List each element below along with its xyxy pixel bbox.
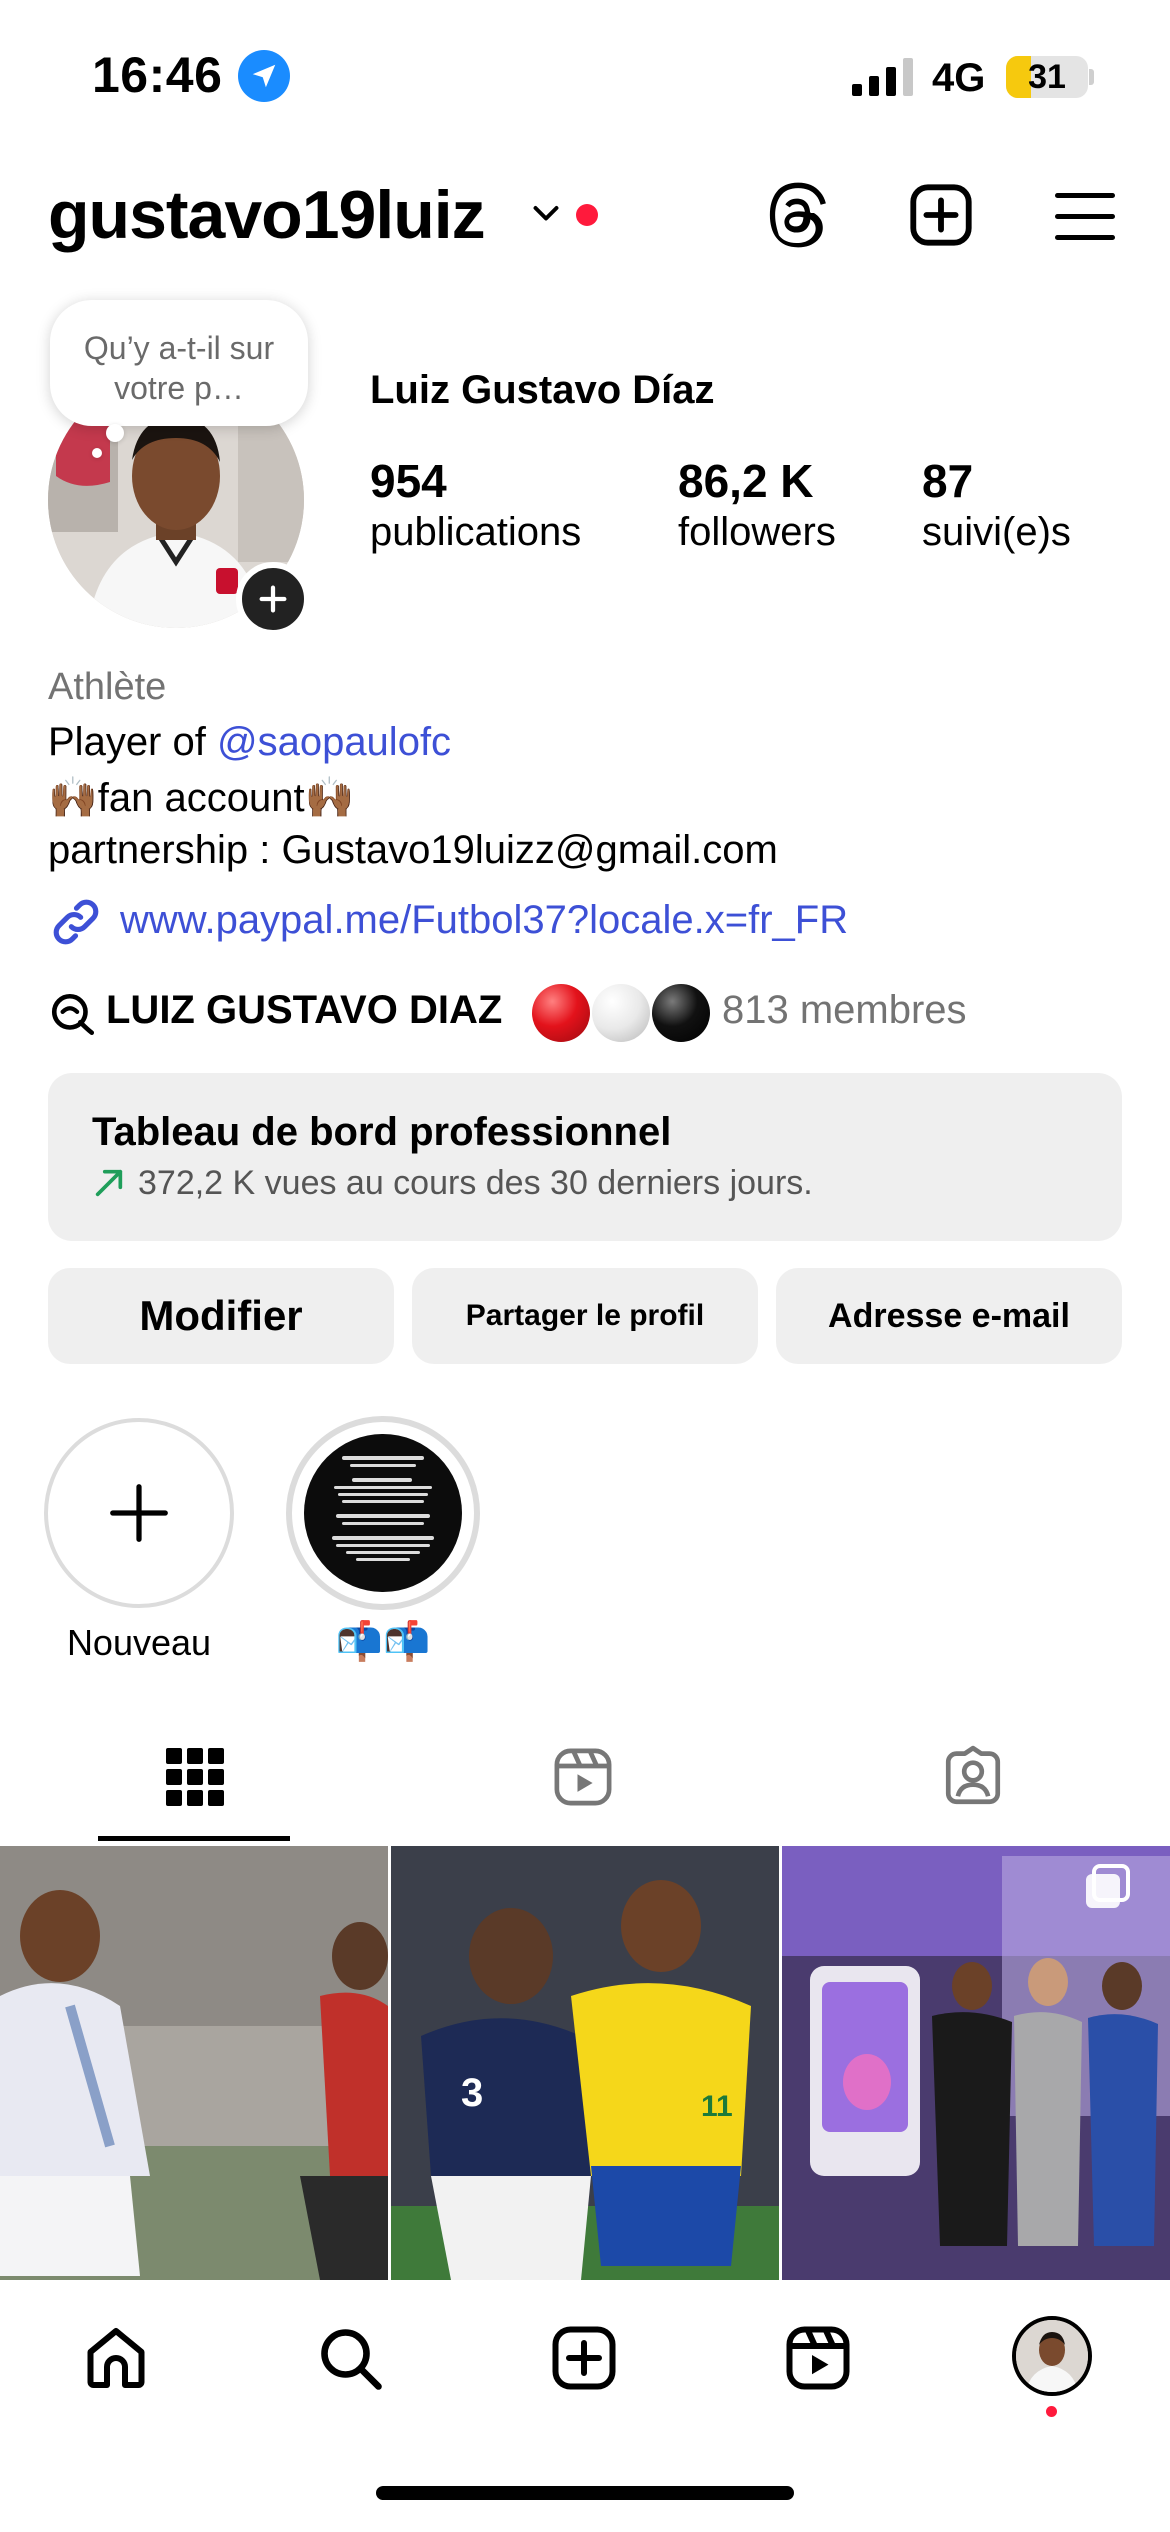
post-thumbnail[interactable]: 3 11 — [391, 1846, 779, 2280]
posts-count[interactable]: 954 — [370, 454, 447, 508]
display-name: Luiz Gustavo Díaz — [370, 368, 715, 412]
notification-dot — [576, 204, 598, 226]
post-thumbnail[interactable] — [782, 1846, 1170, 2280]
share-profile-button[interactable]: Partager le profil — [412, 1268, 758, 1364]
threads-icon[interactable] — [762, 180, 832, 250]
battery-level: 31 — [1028, 58, 1066, 96]
following-label[interactable]: suivi(e)s — [922, 510, 1071, 555]
profile-category: Athlète — [48, 666, 167, 708]
note-bubble-tail-small — [92, 448, 102, 458]
posts-label[interactable]: publications — [370, 510, 581, 555]
link-icon — [53, 899, 99, 945]
battery-tip — [1089, 69, 1094, 85]
username-switcher[interactable]: gustavo19luiz — [48, 176, 486, 254]
svg-text:3: 3 — [461, 2071, 483, 2115]
plus-icon — [259, 585, 287, 613]
avatar-photo — [1016, 2320, 1088, 2392]
hamburger-menu-icon[interactable] — [1052, 190, 1118, 244]
cellular-signal-icon — [852, 58, 913, 96]
following-count[interactable]: 87 — [922, 454, 973, 508]
highlight-cover — [304, 1434, 462, 1592]
tagged-icon[interactable] — [940, 1744, 1006, 1810]
story-highlight[interactable] — [286, 1416, 480, 1610]
reels-icon[interactable] — [550, 1744, 616, 1810]
bio-line-3: partnership : Gustavo19luizz@gmail.com — [48, 828, 778, 872]
post-image — [782, 1846, 1170, 2280]
chevron-down-icon[interactable] — [528, 196, 564, 232]
followers-label[interactable]: followers — [678, 510, 836, 555]
bio-link[interactable]: www.paypal.me/Futbol37?locale.x=fr_FR — [120, 898, 848, 943]
post-thumbnail[interactable] — [0, 1846, 388, 2280]
status-time: 16:46 — [92, 47, 223, 103]
broadcast-channel-icon — [51, 993, 95, 1035]
highlight-label-new: Nouveau — [66, 1622, 212, 1663]
grid-icon[interactable] — [162, 1744, 228, 1810]
dashboard-views-summary[interactable]: 372,2 K vues au cours des 30 derniers jo… — [138, 1164, 813, 1203]
mention-link[interactable]: @saopaulofc — [217, 720, 451, 764]
active-tab-indicator — [98, 1836, 290, 1841]
home-icon[interactable] — [80, 2322, 152, 2394]
white-circle-emoji — [592, 984, 650, 1042]
create-post-icon[interactable] — [906, 180, 976, 250]
red-circle-emoji — [532, 984, 590, 1042]
home-indicator[interactable] — [376, 2486, 794, 2500]
email-button[interactable]: Adresse e-mail — [776, 1268, 1122, 1364]
new-highlight-button[interactable] — [44, 1418, 234, 1608]
black-circle-emoji — [652, 984, 710, 1042]
followers-count[interactable]: 86,2 K — [678, 454, 814, 508]
notification-dot — [1046, 2406, 1057, 2417]
add-story-button[interactable] — [236, 562, 310, 636]
create-icon[interactable] — [548, 2322, 620, 2394]
dashboard-title[interactable]: Tableau de bord professionnel — [92, 1110, 671, 1155]
highlight-cover-text-graphic — [332, 1456, 434, 1561]
trending-up-icon — [95, 1169, 123, 1197]
reels-icon[interactable] — [782, 2322, 854, 2394]
bio-text: Player of — [48, 720, 217, 764]
highlight-label: 📬📬 — [335, 1621, 431, 1663]
bio-line-2: 🙌🏾fan account🙌🏾 — [48, 776, 355, 820]
location-arrow-icon — [238, 50, 290, 102]
channel-name[interactable]: LUIZ GUSTAVO DIAZ — [106, 988, 502, 1033]
search-icon[interactable] — [314, 2322, 386, 2394]
note-bubble[interactable]: Qu’y a-t-il sur votre p… — [50, 300, 308, 426]
plus-icon — [110, 1484, 168, 1542]
note-bubble-tail — [106, 424, 124, 442]
bio-line-1: Player of @saopaulofc — [48, 720, 451, 765]
battery-icon: 31 — [1006, 56, 1088, 98]
profile-tab-avatar[interactable] — [1012, 2316, 1092, 2396]
network-type: 4G — [932, 56, 986, 100]
svg-text:11: 11 — [701, 2090, 733, 2123]
post-image: 3 11 — [391, 1846, 779, 2280]
channel-members-count: 813 membres — [722, 988, 967, 1032]
post-image — [0, 1846, 388, 2280]
professional-dashboard-card[interactable] — [48, 1073, 1122, 1241]
edit-profile-button[interactable]: Modifier — [48, 1268, 394, 1364]
